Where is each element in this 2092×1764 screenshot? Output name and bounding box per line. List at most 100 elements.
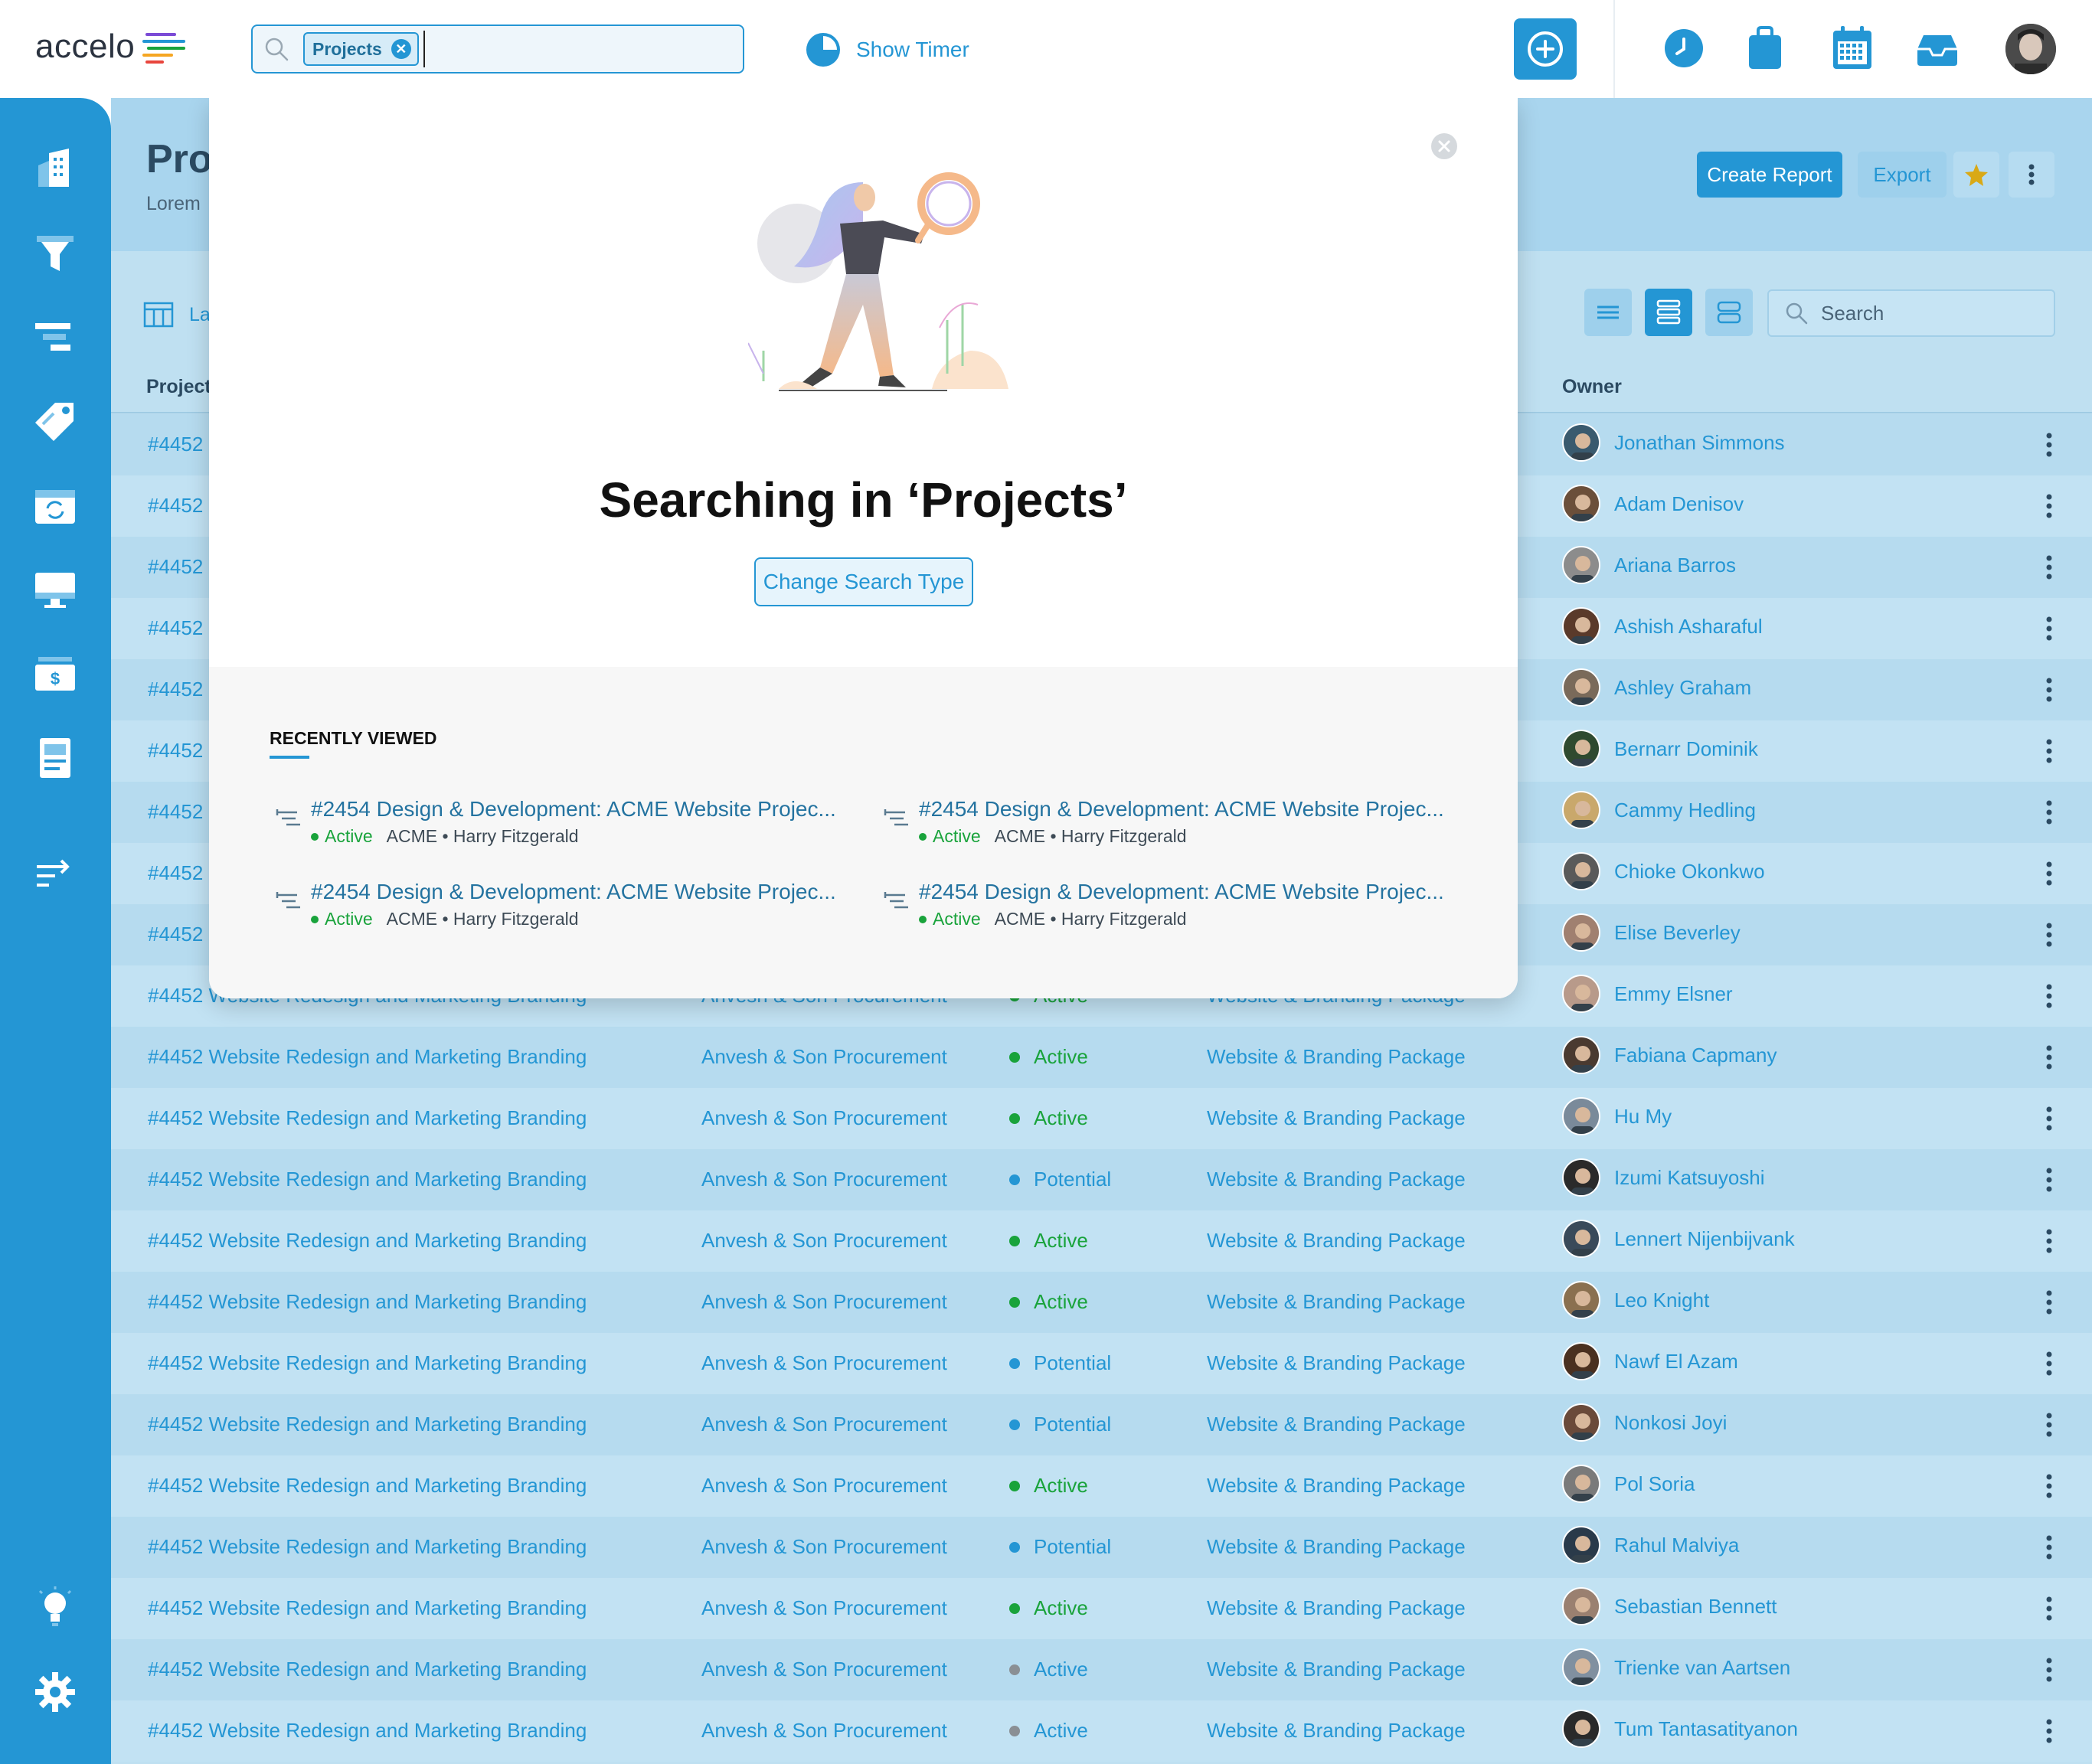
owner-cell[interactable]: Izumi Katsuyoshi: [1562, 1158, 1765, 1197]
project-name-link[interactable]: #4452: [148, 555, 203, 579]
recent-item[interactable]: #2454 Design & Development: ACME Website…: [884, 880, 1450, 933]
row-more-icon[interactable]: [2045, 615, 2054, 642]
table-row[interactable]: #4452 Website Redesign and Marketing Bra…: [111, 1210, 2092, 1272]
owner-cell[interactable]: Adam Denisov: [1562, 485, 1744, 523]
project-name-link[interactable]: #4452 Website Redesign and Marketing Bra…: [148, 1351, 587, 1375]
table-row[interactable]: #4452 Website Redesign and Marketing Bra…: [111, 1272, 2092, 1333]
row-more-icon[interactable]: [2045, 1289, 2054, 1316]
project-type-link[interactable]: Website & Branding Package: [1207, 1474, 1466, 1498]
owner-cell[interactable]: Nonkosi Joyi: [1562, 1403, 1727, 1442]
close-modal-button[interactable]: [1431, 133, 1457, 159]
owner-cell[interactable]: Ariana Barros: [1562, 546, 1736, 584]
row-more-icon[interactable]: [2045, 1044, 2054, 1071]
project-name-link[interactable]: #4452 Website Redesign and Marketing Bra…: [148, 1535, 587, 1559]
project-type-link[interactable]: Website & Branding Package: [1207, 1106, 1466, 1130]
owner-cell[interactable]: Emmy Elsner: [1562, 975, 1733, 1013]
owner-cell[interactable]: Ashley Graham: [1562, 668, 1751, 707]
table-row[interactable]: #4452 Website Redesign and Marketing Bra…: [111, 1149, 2092, 1210]
create-report-button[interactable]: Create Report: [1697, 152, 1842, 198]
project-name-link[interactable]: #4452: [148, 678, 203, 701]
project-name-link[interactable]: #4452: [148, 923, 203, 946]
owner-cell[interactable]: Cammy Hedling: [1562, 791, 1756, 829]
companies-icon[interactable]: [32, 145, 78, 191]
project-name-link[interactable]: #4452: [148, 433, 203, 456]
client-name-link[interactable]: Anvesh & Son Procurement: [701, 1045, 947, 1069]
client-name-link[interactable]: Anvesh & Son Procurement: [701, 1719, 947, 1743]
show-timer-button[interactable]: Show Timer: [804, 31, 969, 69]
project-name-link[interactable]: #4452: [148, 739, 203, 763]
row-more-icon[interactable]: [2045, 860, 2054, 887]
owner-cell[interactable]: Trienke van Aartsen: [1562, 1648, 1790, 1687]
owner-cell[interactable]: Chioke Okonkwo: [1562, 852, 1765, 890]
recent-item[interactable]: #2454 Design & Development: ACME Website…: [276, 797, 842, 851]
owner-cell[interactable]: Jonathan Simmons: [1562, 423, 1785, 462]
column-header-project[interactable]: Project: [146, 376, 211, 398]
owner-cell[interactable]: Tum Tantasatityanon: [1562, 1710, 1798, 1748]
project-name-link[interactable]: #4452 Website Redesign and Marketing Bra…: [148, 1290, 587, 1314]
row-more-icon[interactable]: [2045, 799, 2054, 826]
search-scope-chip[interactable]: Projects ✕: [303, 32, 419, 66]
create-new-button[interactable]: [1514, 18, 1577, 80]
project-name-link[interactable]: #4452 Website Redesign and Marketing Bra…: [148, 1413, 587, 1436]
table-row[interactable]: #4452 Website Redesign and Marketing Bra…: [111, 1027, 2092, 1088]
project-name-link[interactable]: #4452: [148, 494, 203, 518]
project-name-link[interactable]: #4452 Website Redesign and Marketing Bra…: [148, 1719, 587, 1743]
project-name-link[interactable]: #4452: [148, 861, 203, 885]
project-type-link[interactable]: Website & Branding Package: [1207, 1229, 1466, 1253]
client-name-link[interactable]: Anvesh & Son Procurement: [701, 1474, 947, 1498]
client-name-link[interactable]: Anvesh & Son Procurement: [701, 1351, 947, 1375]
owner-cell[interactable]: Rahul Malviya: [1562, 1526, 1739, 1564]
project-type-link[interactable]: Website & Branding Package: [1207, 1596, 1466, 1620]
clock-icon[interactable]: [1660, 24, 1708, 72]
project-type-link[interactable]: Website & Branding Package: [1207, 1290, 1466, 1314]
settings-icon[interactable]: [32, 1669, 78, 1715]
recent-item[interactable]: #2454 Design & Development: ACME Website…: [884, 797, 1450, 851]
client-name-link[interactable]: Anvesh & Son Procurement: [701, 1658, 947, 1681]
export-button[interactable]: Export: [1858, 152, 1947, 198]
project-type-link[interactable]: Website & Branding Package: [1207, 1658, 1466, 1681]
table-row[interactable]: #4452 Website Redesign and Marketing Bra…: [111, 1578, 2092, 1639]
project-name-link[interactable]: #4452 Website Redesign and Marketing Bra…: [148, 1474, 587, 1498]
project-type-link[interactable]: Website & Branding Package: [1207, 1535, 1466, 1559]
client-name-link[interactable]: Anvesh & Son Procurement: [701, 1168, 947, 1191]
project-type-link[interactable]: Website & Branding Package: [1207, 1351, 1466, 1375]
owner-cell[interactable]: Bernarr Dominik: [1562, 730, 1758, 768]
project-name-link[interactable]: #4452 Website Redesign and Marketing Bra…: [148, 1658, 587, 1681]
project-name-link[interactable]: #4452 Website Redesign and Marketing Bra…: [148, 1045, 587, 1069]
transfer-icon[interactable]: [32, 850, 78, 896]
table-row[interactable]: #4452 Website Redesign and Marketing Bra…: [111, 1394, 2092, 1455]
owner-cell[interactable]: Fabiana Capmany: [1562, 1036, 1777, 1074]
projects-icon[interactable]: [32, 314, 78, 360]
project-name-link[interactable]: #4452 Website Redesign and Marketing Bra…: [148, 1106, 587, 1130]
row-more-icon[interactable]: [2045, 676, 2054, 704]
project-name-link[interactable]: #4452 Website Redesign and Marketing Bra…: [148, 1229, 587, 1253]
project-name-link[interactable]: #4452: [148, 616, 203, 640]
row-more-icon[interactable]: [2045, 1350, 2054, 1377]
table-row[interactable]: #4452 Website Redesign and Marketing Bra…: [111, 1455, 2092, 1517]
global-search-input[interactable]: Projects ✕: [251, 24, 744, 74]
client-name-link[interactable]: Anvesh & Son Procurement: [701, 1596, 947, 1620]
row-more-icon[interactable]: [2045, 1105, 2054, 1132]
retainers-icon[interactable]: [32, 482, 78, 528]
project-type-link[interactable]: Website & Branding Package: [1207, 1045, 1466, 1069]
owner-cell[interactable]: Leo Knight: [1562, 1281, 1709, 1319]
row-more-icon[interactable]: [2045, 921, 2054, 949]
user-avatar[interactable]: [2005, 24, 2056, 74]
row-more-icon[interactable]: [2045, 1534, 2054, 1561]
project-name-link[interactable]: #4452 Website Redesign and Marketing Bra…: [148, 1168, 587, 1191]
briefcase-icon[interactable]: [1746, 24, 1784, 72]
row-more-icon[interactable]: [2045, 431, 2054, 459]
row-more-icon[interactable]: [2045, 554, 2054, 581]
owner-cell[interactable]: Lennert Nijenbijvank: [1562, 1220, 1795, 1258]
row-more-icon[interactable]: [2045, 1166, 2054, 1194]
owner-cell[interactable]: Ashish Asharaful: [1562, 607, 1763, 645]
row-more-icon[interactable]: [2045, 1595, 2054, 1622]
compact-view-button[interactable]: [1584, 289, 1632, 336]
header-more-button[interactable]: [2009, 152, 2054, 198]
row-more-icon[interactable]: [2045, 1411, 2054, 1439]
table-row[interactable]: #4452 Website Redesign and Marketing Bra…: [111, 1333, 2092, 1394]
row-more-icon[interactable]: [2045, 1717, 2054, 1745]
favorite-button[interactable]: [1953, 152, 1999, 198]
remove-scope-icon[interactable]: ✕: [391, 39, 411, 59]
layout-toggle[interactable]: La: [143, 302, 211, 328]
